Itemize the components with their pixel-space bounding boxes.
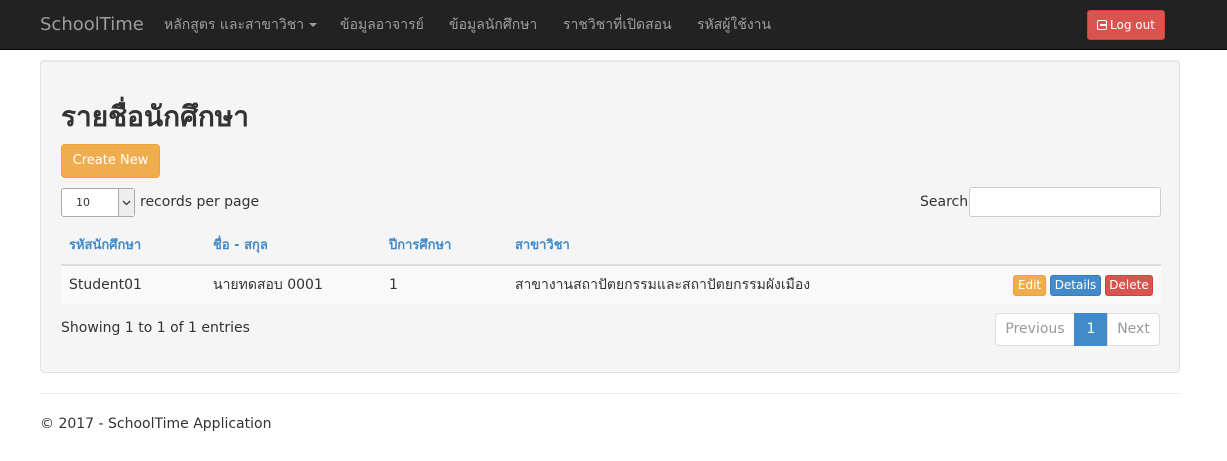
chevron-down-icon: [118, 189, 134, 216]
logout-icon: [1097, 20, 1108, 30]
caret-down-icon: [309, 23, 318, 27]
delete-button[interactable]: Delete: [1105, 275, 1153, 296]
cell-major: สาขางานสถาปัตยกรรมและสถาปัตยกรรมผังเมือง: [515, 277, 811, 293]
content-panel: รายชื่อนักศึกษา Create New 10 records pe…: [40, 60, 1180, 373]
nav-item-students[interactable]: ข้อมูลนักศึกษา: [449, 0, 537, 50]
logout-label: Log out: [1110, 18, 1155, 32]
page-title: รายชื่อนักศึกษา: [61, 100, 249, 133]
pagination-next[interactable]: Next: [1107, 313, 1160, 346]
column-header-student-id[interactable]: รหัสนักศึกษา: [69, 231, 141, 261]
pagination-page-1[interactable]: 1: [1074, 313, 1108, 346]
records-per-page-select[interactable]: 10: [61, 188, 135, 217]
nav-item-courses[interactable]: ราชวิชาที่เปิดสอน: [563, 0, 672, 50]
pagination-previous[interactable]: Previous: [995, 313, 1075, 346]
search-label: Search:: [920, 194, 973, 210]
nav-item-label: หลักสูตร และสาขาวิชา: [164, 17, 305, 33]
details-button[interactable]: Details: [1050, 275, 1101, 296]
search-input[interactable]: [969, 187, 1161, 217]
cell-full-name: นายทดสอบ 0001: [213, 277, 323, 293]
column-header-major[interactable]: สาขาวิชา: [515, 231, 570, 261]
cell-academic-year: 1: [389, 277, 398, 293]
edit-button[interactable]: Edit: [1013, 275, 1046, 296]
cell-student-id: Student01: [69, 277, 142, 293]
table-info: Showing 1 to 1 of 1 entries: [61, 320, 250, 336]
nav-item-user-accounts[interactable]: รหัสผู้ใช้งาน: [697, 0, 771, 50]
top-navbar: SchoolTime หลักสูตร และสาขาวิชา ข้อมูลอา…: [0, 0, 1227, 50]
table-header: รหัสนักศึกษา ชื่อ - สกุล ปีการศึกษา สาขา…: [61, 231, 1161, 266]
footer-text: © 2017 - SchoolTime Application: [40, 416, 272, 432]
table-row: Student01 นายทดสอบ 0001 1 สาขางานสถาปัตย…: [61, 266, 1161, 304]
pagination: Previous 1 Next: [995, 313, 1160, 346]
records-per-page-value: 10: [76, 196, 90, 209]
create-new-button[interactable]: Create New: [61, 144, 160, 178]
brand-link[interactable]: SchoolTime: [40, 0, 144, 50]
records-per-page-label: records per page: [140, 194, 260, 210]
column-header-academic-year[interactable]: ปีการศึกษา: [389, 231, 451, 261]
nav-item-curriculum-dropdown[interactable]: หลักสูตร และสาขาวิชา: [164, 0, 318, 50]
nav-item-teachers[interactable]: ข้อมูลอาจารย์: [340, 0, 424, 50]
footer-divider: [40, 393, 1180, 394]
column-header-full-name[interactable]: ชื่อ - สกุล: [213, 231, 268, 261]
logout-button[interactable]: Log out: [1087, 10, 1165, 40]
